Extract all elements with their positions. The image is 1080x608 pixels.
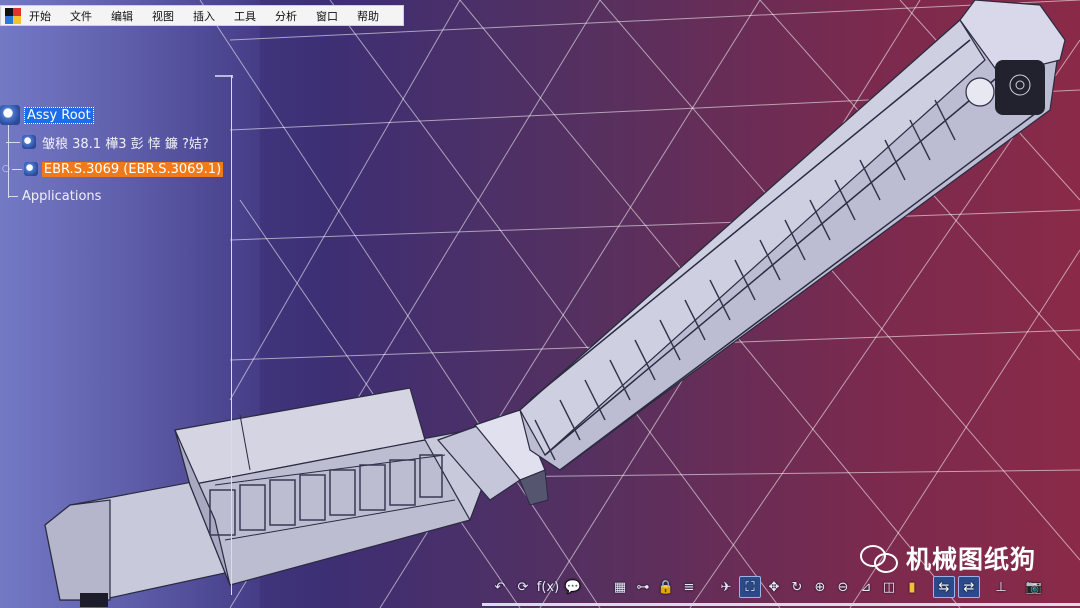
tree-root-label[interactable]: Assy Root: [24, 106, 94, 124]
watermark: 机械图纸狗: [860, 540, 1036, 576]
axis-icon[interactable]: ⊥: [991, 577, 1011, 597]
tree-icon[interactable]: ⊶: [633, 577, 653, 597]
grid-icon[interactable]: ▦: [610, 577, 630, 597]
fly-mode-icon[interactable]: ✈: [716, 577, 736, 597]
tree-branch: [6, 141, 20, 143]
tree-item-1-label[interactable]: 皱稂 38.1 樺3 彭 悻 鐮 ?姞?: [40, 133, 211, 152]
expand-icon[interactable]: ○: [2, 164, 10, 174]
menu-bar: 开始 文件 编辑 视图 插入 工具 分析 窗口 帮助: [0, 5, 404, 26]
zoom-out-icon[interactable]: ⊖: [833, 577, 853, 597]
fit-all-icon[interactable]: ⛶: [739, 576, 761, 598]
part-icon: [23, 162, 38, 176]
redo-icon[interactable]: ⟳: [513, 577, 533, 597]
assembly-icon: [0, 105, 20, 125]
horizontal-conveyor: [44, 387, 546, 607]
formula-icon[interactable]: f(x): [536, 577, 560, 597]
menu-analyze[interactable]: 分析: [275, 8, 297, 24]
menu-insert[interactable]: 插入: [193, 8, 215, 24]
menu-start[interactable]: 开始: [29, 8, 51, 24]
catia-logo-icon[interactable]: [5, 7, 21, 24]
swap-visible-icon[interactable]: ⇄: [958, 576, 980, 598]
tree-item-2[interactable]: ○ EBR.S.3069 (EBR.S.3069.1): [2, 159, 224, 179]
menu-file[interactable]: 文件: [70, 8, 92, 24]
lock-icon[interactable]: 🔒: [656, 577, 676, 597]
tree-applications[interactable]: Applications: [8, 186, 103, 206]
menu-view[interactable]: 视图: [152, 8, 174, 24]
menu-help[interactable]: 帮助: [357, 8, 379, 24]
tree-item-1[interactable]: 皱稂 38.1 樺3 彭 悻 鐮 ?姞?: [6, 132, 211, 152]
tree-frame-line: [231, 75, 232, 595]
tree-item-2-label[interactable]: EBR.S.3069 (EBR.S.3069.1): [41, 161, 224, 177]
comment-icon[interactable]: 💬: [563, 577, 583, 597]
tree-branch: [11, 168, 22, 170]
layers-icon[interactable]: ≡: [679, 577, 699, 597]
toolbar-underline: [482, 603, 1080, 606]
3d-viewport[interactable]: [0, 0, 1080, 608]
menu-edit[interactable]: 编辑: [111, 8, 133, 24]
zoom-in-icon[interactable]: ⊕: [810, 577, 830, 597]
menu-window[interactable]: 窗口: [316, 8, 338, 24]
watermark-text: 机械图纸狗: [906, 545, 1037, 574]
view-toolbar: ↶ ⟳ f(x) 💬 ▦ ⊶ 🔒 ≡ ✈ ⛶ ✥ ↻ ⊕ ⊖ ⊿ ◫ ▮ ⇆ ⇄…: [490, 573, 1047, 601]
undo-icon[interactable]: ↶: [490, 577, 510, 597]
menu-tools[interactable]: 工具: [234, 8, 256, 24]
tree-branch: [8, 195, 18, 197]
wechat-logo-icon: [860, 543, 898, 573]
rotate-icon[interactable]: ↻: [787, 577, 807, 597]
snapshot-icon[interactable]: 📷: [1024, 577, 1044, 597]
pan-icon[interactable]: ✥: [764, 577, 784, 597]
normal-view-icon[interactable]: ⊿: [856, 577, 876, 597]
part-icon: [22, 135, 36, 149]
view-box-icon[interactable]: ◫: [879, 577, 899, 597]
tree-root[interactable]: Assy Root: [0, 105, 94, 125]
conveyor-model[interactable]: [0, 0, 1080, 608]
hide-show-icon[interactable]: ⇆: [933, 576, 955, 598]
render-style-icon[interactable]: ▮: [902, 577, 922, 597]
tree-applications-label[interactable]: Applications: [20, 189, 103, 204]
